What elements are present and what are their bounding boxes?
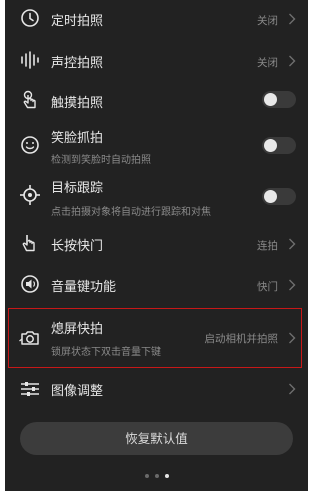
setting-row-image-adjust[interactable]: 图像调整 (5, 370, 308, 408)
chevron-right-icon (288, 383, 296, 395)
setting-row-target-tracking: 目标跟踪 点击拍摄对象将自动进行跟踪和对焦 (5, 170, 308, 225)
smile-capture-toggle[interactable] (262, 137, 296, 154)
chevron-right-icon (288, 238, 296, 250)
setting-title: 目标跟踪 (51, 181, 104, 196)
setting-subtitle: 点击拍摄对象将自动进行跟踪和对焦 (51, 207, 211, 218)
touch-icon (19, 89, 41, 111)
target-icon (19, 184, 41, 206)
setting-value: 连拍 (257, 240, 278, 252)
camera-settings-panel: 定时拍照 关闭 声控拍照 关闭 触摸拍照 笑脸抓拍 检测到笑脸时自动拍照 目标跟… (5, 0, 308, 491)
setting-row-long-press-shutter[interactable]: 长按快门 连拍 (5, 225, 308, 263)
setting-title: 笑脸抓拍 (51, 131, 104, 146)
setting-title: 定时拍照 (51, 14, 104, 29)
setting-title: 触摸拍照 (51, 96, 104, 111)
setting-title: 音量键功能 (51, 280, 117, 295)
toggle-knob (264, 190, 277, 203)
page-dot-active[interactable] (165, 474, 169, 478)
toggle-knob (264, 139, 277, 152)
setting-title: 长按快门 (51, 239, 104, 254)
chevron-right-icon (288, 279, 296, 291)
sound-wave-icon (19, 49, 41, 71)
setting-row-voice-control[interactable]: 声控拍照 关闭 (5, 40, 308, 80)
setting-title: 图像调整 (51, 384, 104, 399)
setting-row-smile-capture: 笑脸抓拍 检测到笑脸时自动拍照 (5, 120, 308, 170)
target-tracking-toggle[interactable] (262, 188, 296, 205)
setting-value: 关闭 (257, 15, 278, 27)
reset-defaults-button[interactable]: 恢复默认值 (20, 422, 293, 455)
sliders-icon (19, 378, 41, 400)
setting-row-timer[interactable]: 定时拍照 关闭 (5, 0, 308, 40)
volume-icon (19, 273, 41, 295)
page-dot[interactable] (155, 474, 159, 478)
setting-subtitle: 检测到笑脸时自动拍照 (51, 155, 151, 166)
smile-icon (19, 134, 41, 156)
chevron-right-icon (288, 55, 296, 67)
touch-capture-toggle[interactable] (262, 91, 296, 108)
chevron-right-icon (288, 13, 296, 25)
toggle-knob (264, 93, 277, 106)
setting-row-touch-capture: 触摸拍照 (5, 80, 308, 120)
page-indicator (5, 472, 308, 480)
setting-value: 关闭 (257, 57, 278, 69)
setting-title: 声控拍照 (51, 56, 104, 71)
highlight-frame (8, 308, 302, 368)
setting-row-volume-key[interactable]: 音量键功能 快门 (5, 263, 308, 305)
long-press-icon (19, 232, 41, 254)
setting-value: 快门 (257, 281, 278, 293)
page-dot[interactable] (145, 474, 149, 478)
clock-icon (19, 7, 41, 29)
